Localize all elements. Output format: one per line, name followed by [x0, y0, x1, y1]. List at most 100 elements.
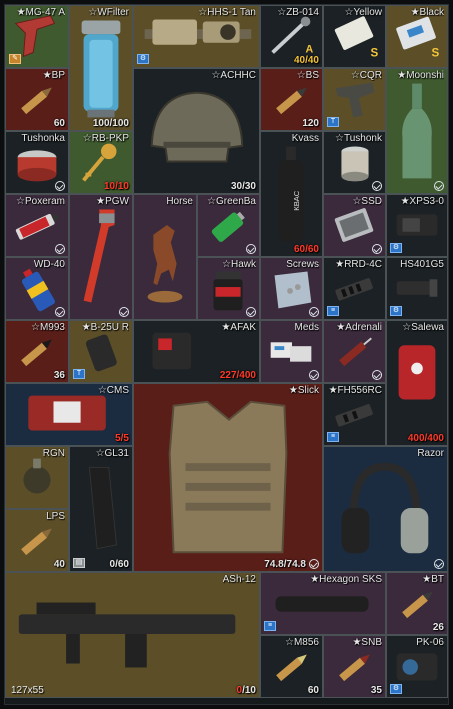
item-meds[interactable]: Meds: [260, 320, 323, 383]
item-count: 10/10: [103, 181, 129, 192]
item-name: ☆Tushonk: [335, 133, 382, 144]
item-cms[interactable]: ☆CMS 5/5: [5, 383, 133, 446]
item-name: ☆Poxeram: [16, 196, 65, 207]
item-pgw[interactable]: ★PGW: [69, 194, 133, 320]
checkmark-icon: [434, 559, 444, 569]
item-name: ☆ZB-014: [277, 7, 319, 18]
magazine-icon: [88, 466, 118, 550]
item-afak[interactable]: ★AFAK 227/400: [133, 320, 260, 383]
item-count: 74.8/74.8: [264, 559, 306, 570]
item-salewa[interactable]: ☆Salewa 400/400: [386, 320, 448, 446]
helmet-icon: [150, 91, 244, 163]
item-name: ☆Hawk: [222, 259, 256, 270]
item-wfilter[interactable]: ☆WFilter 100/100: [69, 5, 133, 131]
item-name: ★Black: [410, 7, 444, 18]
item-count: 60: [53, 118, 65, 129]
item-razor[interactable]: Razor: [323, 446, 448, 572]
item-name: ★Moonshi: [397, 70, 444, 81]
item-pk06[interactable]: PK-06 ⚙: [386, 635, 448, 698]
rail-icon: ≡: [327, 432, 339, 442]
item-count: 227/400: [219, 370, 256, 381]
item-name: ☆HHS-1 Tan: [198, 7, 256, 18]
item-name: HS401G5: [400, 259, 444, 270]
tactical-icon: T: [327, 117, 339, 127]
first-aid-kit-icon: [398, 345, 436, 400]
item-name: ★SNB: [352, 637, 382, 648]
item-dimensions: 127x55: [11, 685, 44, 696]
item-count: 36: [53, 370, 65, 381]
item-count: 40: [53, 559, 65, 570]
item-mg47[interactable]: ★MG-47 A ✎: [5, 5, 69, 68]
item-horse[interactable]: Horse: [133, 194, 197, 320]
checkmark-icon: [309, 559, 319, 569]
rail-icon: ≡: [327, 306, 339, 316]
item-snb[interactable]: ★SNB 35: [323, 635, 386, 698]
item-name: ☆ACHHC: [211, 70, 256, 81]
item-count: 100/100: [92, 118, 129, 129]
item-yellow[interactable]: S ☆Yellow: [323, 5, 386, 68]
item-hhs1[interactable]: ☆HHS-1 Tan ⚙: [133, 5, 260, 68]
item-poxeram[interactable]: ☆Poxeram: [5, 194, 69, 257]
water-filter-icon: [81, 20, 121, 118]
item-name: ☆WFilter: [88, 7, 129, 18]
item-ash12[interactable]: ASh-12 127x55 0/10: [5, 572, 260, 698]
gear-icon: ⚙: [390, 243, 402, 253]
item-achhc[interactable]: ☆ACHHC 30/30: [133, 68, 260, 194]
svg-text:S: S: [370, 46, 378, 59]
item-screws[interactable]: Screws: [260, 257, 323, 320]
item-rgn[interactable]: RGN: [5, 446, 69, 509]
item-count: 5/5: [115, 433, 129, 444]
wrench-icon: ✎: [9, 54, 21, 64]
item-moonshi[interactable]: ★Moonshi: [386, 68, 448, 194]
item-tushonk2[interactable]: ☆Tushonk: [323, 131, 386, 194]
item-rrd4c[interactable]: ★RRD-4C ≡: [323, 257, 386, 320]
item-xps30[interactable]: ★XPS3-0 ⚙: [386, 194, 448, 257]
item-hexsks[interactable]: ★Hexagon SKS ≡: [260, 572, 386, 635]
item-name: ★PGW: [96, 196, 129, 207]
item-bs[interactable]: ☆BS 120: [260, 68, 323, 131]
item-wd40[interactable]: WD-40: [5, 257, 69, 320]
item-lps[interactable]: LPS 40: [5, 509, 69, 572]
item-m856[interactable]: ☆M856 60: [260, 635, 323, 698]
rail-icon: ≡: [264, 621, 276, 631]
item-count: 400/400: [407, 433, 444, 444]
item-count: 120: [302, 118, 319, 129]
item-hs401g5[interactable]: HS401G5 ⚙: [386, 257, 448, 320]
item-rbpkp[interactable]: ☆RB-PKP 10/10: [69, 131, 133, 194]
item-slick[interactable]: ★Slick 74.8/74.8: [133, 383, 323, 572]
headset-icon: [341, 462, 429, 554]
item-name: RGN: [42, 448, 65, 459]
svg-text:A: A: [306, 43, 314, 55]
item-black[interactable]: S ★Black: [386, 5, 448, 68]
pipe-wrench-icon: [83, 209, 115, 303]
item-count: 30/30: [230, 181, 256, 192]
item-name: ☆GL31: [95, 448, 129, 459]
drink-bottle-icon: КВАС: [278, 146, 304, 242]
item-m993[interactable]: ☆M993 36: [5, 320, 69, 383]
item-name: ★RRD-4C: [335, 259, 382, 270]
checkmark-icon: [309, 307, 319, 317]
item-adrenali[interactable]: ★Adrenali: [323, 320, 386, 383]
checkmark-icon: [55, 244, 65, 254]
item-name: ★BP: [42, 70, 65, 81]
item-b25ur[interactable]: ★B-25U R T: [69, 320, 133, 383]
item-kvass[interactable]: КВАС Kvass 60/60: [260, 131, 323, 257]
checkmark-icon: [372, 244, 382, 254]
item-gl31[interactable]: ☆GL31 0/60 ▤: [69, 446, 133, 572]
item-ssd[interactable]: ☆SSD: [323, 194, 386, 257]
item-zb014[interactable]: A ☆ZB-014 40/40: [260, 5, 323, 68]
item-fh556rc[interactable]: ★FH556RC ≡: [323, 383, 386, 446]
checkmark-icon: [55, 307, 65, 317]
svg-text:КВАС: КВАС: [292, 190, 301, 210]
item-tushonka[interactable]: Tushonka: [5, 131, 69, 194]
item-greenba[interactable]: ☆GreenBa: [197, 194, 260, 257]
item-bp[interactable]: ★BP 60: [5, 68, 69, 131]
item-name: ☆M993: [31, 322, 65, 333]
item-cqr[interactable]: ☆CQR T: [323, 68, 386, 131]
checkmark-icon: [246, 244, 256, 254]
item-count: 60/60: [293, 244, 319, 255]
item-bt[interactable]: ★BT 26: [386, 572, 448, 635]
assault-rifle-icon: [18, 602, 236, 668]
item-hawk[interactable]: ☆Hawk: [197, 257, 260, 320]
item-name: ☆CQR: [350, 70, 382, 81]
